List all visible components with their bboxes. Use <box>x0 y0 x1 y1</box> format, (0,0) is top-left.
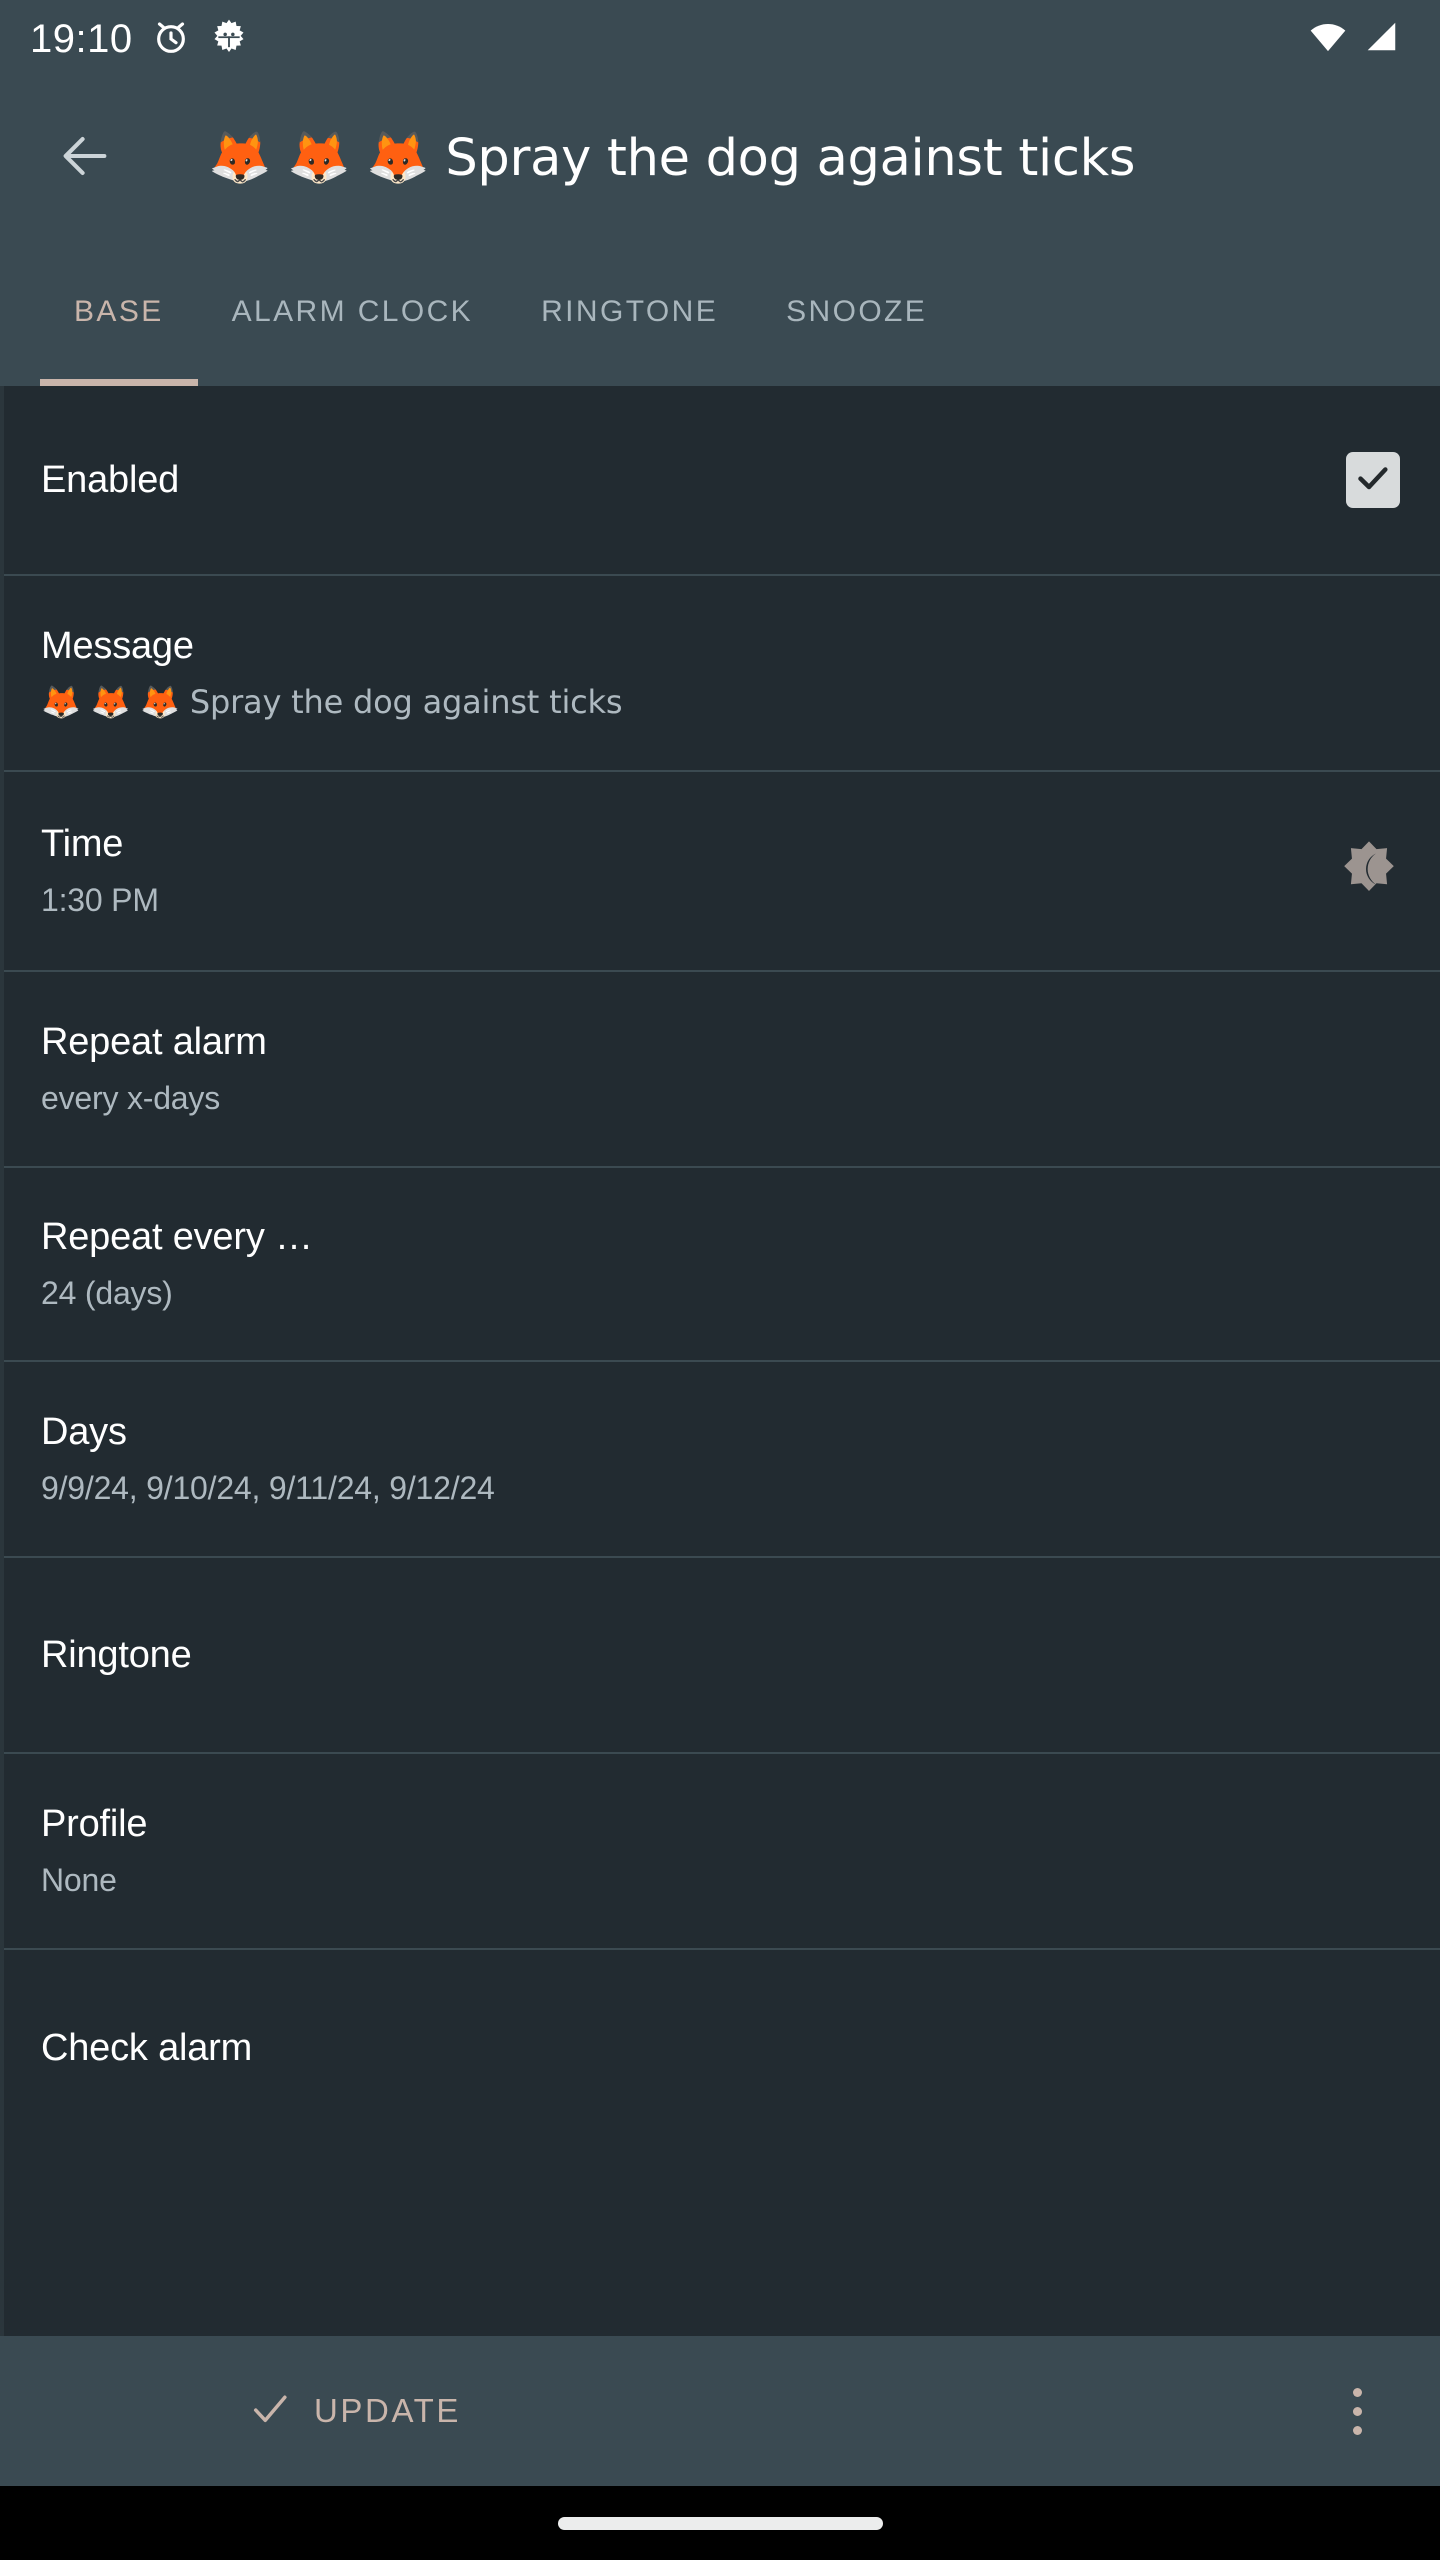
status-bar-left: 19:10 <box>30 17 249 62</box>
row-profile[interactable]: Profile None <box>4 1754 1440 1950</box>
row-days-text: Days 9/9/24, 9/10/24, 9/11/24, 9/12/24 <box>41 1410 495 1507</box>
row-time-text: Time 1:30 PM <box>41 822 159 919</box>
overflow-dot <box>1352 2387 1362 2397</box>
row-repeat-every[interactable]: Repeat every … 24 (days) <box>4 1168 1440 1362</box>
tab-alarm-clock-label: ALARM CLOCK <box>231 295 474 328</box>
row-time[interactable]: Time 1:30 PM <box>4 772 1440 972</box>
alarm-edit-screen: 19:10 🦊 🦊 🦊 Spray the dog against ticks … <box>0 0 1440 2560</box>
back-arrow-icon <box>56 127 114 190</box>
status-bar-right <box>1308 17 1400 62</box>
row-enabled[interactable]: Enabled <box>4 386 1440 576</box>
row-check-alarm-text: Check alarm <box>41 2026 252 2071</box>
check-icon <box>248 2387 292 2436</box>
update-button-label: UPDATE <box>314 2392 462 2429</box>
enabled-checkbox[interactable] <box>1346 452 1400 508</box>
bottom-action-bar: UPDATE <box>0 2336 1440 2486</box>
row-message-value: 🦊 🦊 🦊 Spray the dog against ticks <box>41 683 623 722</box>
gesture-nav-bar <box>0 2486 1440 2560</box>
cell-signal-icon <box>1362 18 1400 61</box>
check-icon <box>1353 458 1393 503</box>
row-profile-title: Profile <box>41 1803 148 1846</box>
tab-alarm-clock[interactable]: ALARM CLOCK <box>198 238 507 386</box>
update-button[interactable]: UPDATE <box>248 2387 461 2436</box>
row-enabled-text: Enabled <box>41 458 179 503</box>
page-title: 🦊 🦊 🦊 Spray the dog against ticks <box>208 128 1136 188</box>
overflow-dot <box>1352 2425 1362 2435</box>
row-repeat-alarm-value: every x-days <box>41 1080 220 1117</box>
row-days-value: 9/9/24, 9/10/24, 9/11/24, 9/12/24 <box>41 1470 495 1507</box>
row-days[interactable]: Days 9/9/24, 9/10/24, 9/11/24, 9/12/24 <box>4 1362 1440 1558</box>
row-ringtone-text: Ringtone <box>41 1633 192 1678</box>
alarm-clock-icon <box>151 17 191 62</box>
row-ringtone-title: Ringtone <box>41 1633 192 1676</box>
overflow-dot <box>1352 2406 1362 2416</box>
tab-snooze[interactable]: SNOOZE <box>752 238 961 386</box>
row-enabled-title: Enabled <box>41 458 180 501</box>
status-bar: 19:10 <box>0 0 1440 78</box>
tab-base[interactable]: BASE <box>40 238 198 386</box>
app-bar: 🦊 🦊 🦊 Spray the dog against ticks <box>0 78 1440 238</box>
settings-list: Enabled Message 🦊 🦊 🦊 Spray the dog agai… <box>0 386 1440 2336</box>
row-repeat-every-title: Repeat every … <box>41 1216 313 1259</box>
back-button[interactable] <box>40 113 130 203</box>
row-repeat-every-text: Repeat every … 24 (days) <box>41 1215 313 1312</box>
row-days-title: Days <box>41 1411 127 1454</box>
row-repeat-alarm-title: Repeat alarm <box>41 1021 267 1064</box>
row-ringtone[interactable]: Ringtone <box>4 1558 1440 1754</box>
row-profile-value: None <box>41 1862 117 1899</box>
android-debug-gear-icon <box>209 17 249 62</box>
tab-ringtone-label: RINGTONE <box>541 295 719 328</box>
night-brightness-icon[interactable] <box>1338 838 1400 905</box>
row-check-alarm-title: Check alarm <box>41 2026 253 2069</box>
tab-base-label: BASE <box>74 295 164 328</box>
row-repeat-every-value: 24 (days) <box>41 1275 173 1312</box>
row-message-title: Message <box>41 625 194 668</box>
more-vertical-icon[interactable] <box>1322 2361 1392 2461</box>
row-message[interactable]: Message 🦊 🦊 🦊 Spray the dog against tick… <box>4 576 1440 772</box>
tab-bar: BASE ALARM CLOCK RINGTONE SNOOZE <box>0 238 1440 386</box>
row-repeat-alarm[interactable]: Repeat alarm every x-days <box>4 972 1440 1168</box>
row-time-value: 1:30 PM <box>41 882 159 919</box>
row-message-text: Message 🦊 🦊 🦊 Spray the dog against tick… <box>41 624 623 722</box>
gesture-home-pill[interactable] <box>557 2516 883 2530</box>
row-repeat-alarm-text: Repeat alarm every x-days <box>41 1020 267 1117</box>
tab-snooze-label: SNOOZE <box>786 295 928 328</box>
row-time-title: Time <box>41 823 124 866</box>
row-check-alarm[interactable]: Check alarm <box>4 1950 1440 2146</box>
tab-ringtone[interactable]: RINGTONE <box>507 238 752 386</box>
status-clock: 19:10 <box>30 17 133 61</box>
row-profile-text: Profile None <box>41 1802 148 1899</box>
wifi-icon <box>1308 17 1348 62</box>
